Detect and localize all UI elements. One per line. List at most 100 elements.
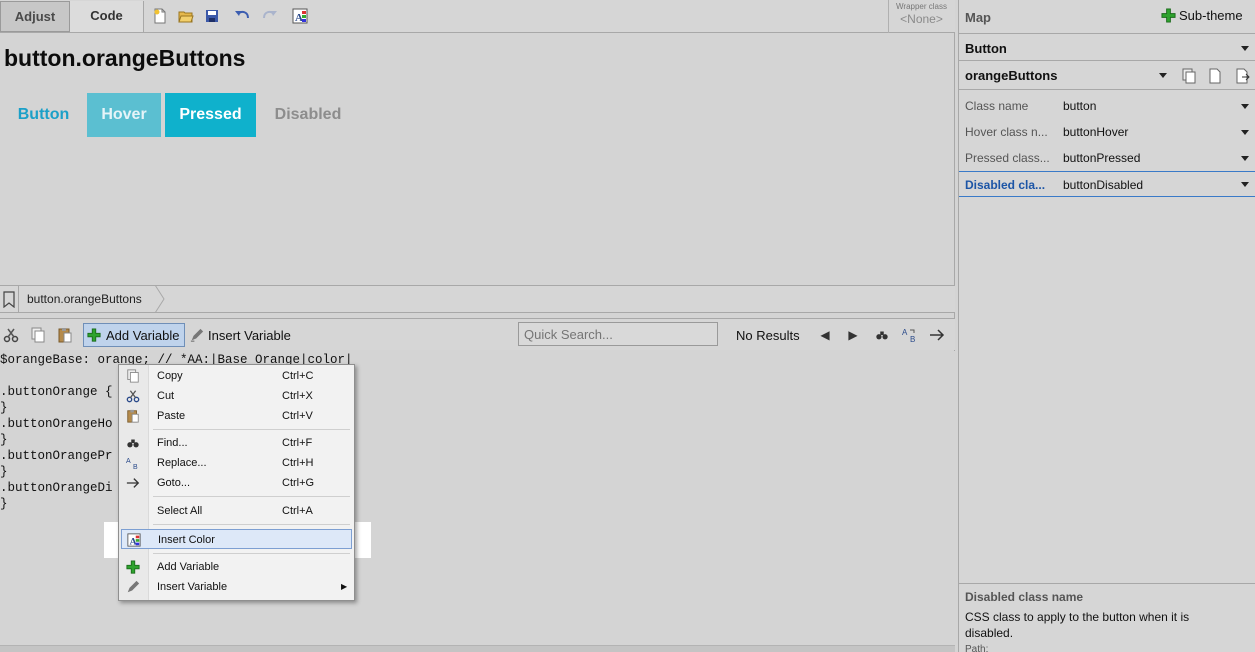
sub-theme-button[interactable]: Sub-theme — [1161, 8, 1243, 23]
menu-item-label: Insert Variable — [157, 581, 228, 593]
undo-icon[interactable] — [232, 6, 252, 26]
style-selector-value[interactable]: orangeButtons — [965, 68, 1057, 83]
page-title: button.orangeButtons — [4, 45, 246, 71]
menu-separator — [153, 496, 350, 497]
copy-icon — [125, 368, 141, 384]
preview-button-hover[interactable]: Hover — [87, 93, 161, 137]
property-hover-class[interactable]: Hover class n... buttonHover — [959, 119, 1255, 145]
menu-item-shortcut: Ctrl+H — [282, 457, 314, 469]
menu-item-goto[interactable]: Goto... Ctrl+G — [121, 473, 352, 493]
duplicate-style-icon[interactable] — [1181, 68, 1197, 84]
svg-text:B: B — [133, 464, 138, 470]
description-path: Path: — [965, 644, 989, 652]
breadcrumb-item-label: button.orangeButtons — [27, 292, 142, 306]
menu-item-copy[interactable]: Copy Ctrl+C — [121, 366, 352, 386]
property-class-name[interactable]: Class name button — [959, 93, 1255, 119]
code-line: .buttonOrangeHo — [0, 417, 113, 431]
menu-item-find[interactable]: Find... Ctrl+F — [121, 433, 352, 453]
chevron-down-icon[interactable] — [1159, 73, 1167, 78]
add-icon — [1161, 8, 1176, 23]
menu-item-label: Copy — [157, 370, 183, 382]
menu-item-label: Find... — [157, 437, 188, 449]
chevron-down-icon[interactable] — [1241, 156, 1249, 161]
description-text: CSS class to apply to the button when it… — [965, 610, 1190, 640]
menu-item-paste[interactable]: Paste Ctrl+V — [121, 406, 352, 426]
sub-theme-label: Sub-theme — [1179, 8, 1243, 23]
insert-color-icon[interactable]: A — [290, 6, 310, 26]
goto-icon — [125, 475, 141, 491]
bookmark-icon[interactable] — [2, 291, 16, 309]
horizontal-scrollbar[interactable] — [0, 645, 955, 652]
property-value: button — [1063, 99, 1097, 113]
export-style-icon[interactable] — [1234, 68, 1250, 84]
editor-toolbar: Add Variable Insert Variable No Results … — [0, 318, 955, 350]
property-pressed-class[interactable]: Pressed class... buttonPressed — [959, 145, 1255, 171]
menu-item-shortcut: Ctrl+A — [282, 505, 313, 517]
redo-icon[interactable] — [260, 6, 280, 26]
menu-item-label: Add Variable — [157, 561, 220, 573]
context-menu: Copy Ctrl+C Cut Ctrl+X Paste Ctrl+V Find… — [118, 364, 355, 601]
chevron-down-icon[interactable] — [1241, 182, 1249, 187]
cut-icon[interactable] — [2, 326, 20, 344]
svg-text:B: B — [910, 335, 915, 343]
menu-item-label: Insert Color — [158, 534, 215, 546]
menu-separator — [153, 553, 350, 554]
wrapper-class-selector[interactable]: Wrapper class <None> — [888, 0, 954, 33]
insert-variable-label: Insert Variable — [208, 327, 291, 343]
chevron-down-icon — [1241, 46, 1249, 51]
menu-item-shortcut: Ctrl+X — [282, 390, 313, 402]
new-style-icon[interactable] — [1207, 68, 1223, 84]
property-value: buttonPressed — [1063, 151, 1141, 165]
open-folder-icon[interactable] — [176, 6, 196, 26]
menu-item-shortcut: Ctrl+G — [282, 477, 315, 489]
previous-result-icon[interactable]: ◀ — [816, 326, 834, 344]
code-line: } — [0, 433, 8, 447]
goto-icon[interactable] — [928, 326, 946, 344]
style-selector: orangeButtons — [959, 62, 1255, 90]
breadcrumb-separator-icon — [154, 285, 165, 313]
chevron-down-icon[interactable] — [1241, 130, 1249, 135]
property-value: buttonHover — [1063, 125, 1129, 139]
menu-item-select-all[interactable]: Select All Ctrl+A — [121, 501, 352, 521]
submenu-arrow-icon: ▶ — [341, 582, 348, 591]
menu-item-insert-color[interactable]: A Insert Color — [121, 529, 352, 549]
save-icon[interactable] — [202, 6, 222, 26]
copy-icon[interactable] — [29, 326, 47, 344]
menu-item-shortcut: Ctrl+C — [282, 370, 314, 382]
paste-icon[interactable] — [56, 326, 74, 344]
menu-item-label: Goto... — [157, 477, 191, 489]
menu-item-cut[interactable]: Cut Ctrl+X — [121, 386, 352, 406]
type-selector[interactable]: Button — [959, 35, 1255, 61]
svg-text:A: A — [295, 12, 303, 24]
code-line: } — [0, 497, 8, 511]
map-header: Map Sub-theme — [959, 0, 1255, 34]
quick-search-input[interactable] — [518, 322, 718, 346]
insert-variable-button[interactable]: Insert Variable — [190, 323, 291, 347]
description-title: Disabled class name — [965, 590, 1084, 604]
breadcrumb-item[interactable]: button.orangeButtons — [18, 285, 165, 313]
add-variable-button[interactable]: Add Variable — [83, 323, 185, 347]
find-icon[interactable] — [873, 326, 891, 344]
property-description: Disabled class name CSS class to apply t… — [959, 583, 1255, 652]
menu-item-insert-variable[interactable]: Insert Variable ▶ — [121, 577, 352, 597]
property-disabled-class[interactable]: Disabled cla... buttonDisabled — [959, 171, 1255, 197]
add-icon — [125, 559, 141, 575]
preview-button-pressed[interactable]: Pressed — [165, 93, 256, 137]
top-toolbar: Adjust Code A Wrapper class <None> — [0, 0, 955, 33]
menu-item-replace[interactable]: AB Replace... Ctrl+H — [121, 453, 352, 473]
tab-code[interactable]: Code — [70, 1, 144, 32]
tab-adjust[interactable]: Adjust — [0, 1, 70, 32]
wrapper-class-label: Wrapper class — [896, 2, 947, 11]
menu-item-add-variable[interactable]: Add Variable — [121, 557, 352, 577]
preview-button-disabled: Disabled — [274, 106, 342, 123]
type-selector-value: Button — [965, 41, 1007, 56]
style-preview: button.orangeButtons Button Hover Presse… — [0, 34, 955, 284]
chevron-down-icon[interactable] — [1241, 104, 1249, 109]
next-result-icon[interactable]: ▶ — [844, 326, 862, 344]
new-file-icon[interactable] — [150, 6, 170, 26]
preview-button-normal[interactable]: Button — [5, 93, 82, 137]
replace-icon[interactable]: AB — [901, 326, 919, 344]
paste-icon — [125, 408, 141, 424]
menu-item-shortcut: Ctrl+V — [282, 410, 313, 422]
menu-separator — [153, 524, 350, 525]
